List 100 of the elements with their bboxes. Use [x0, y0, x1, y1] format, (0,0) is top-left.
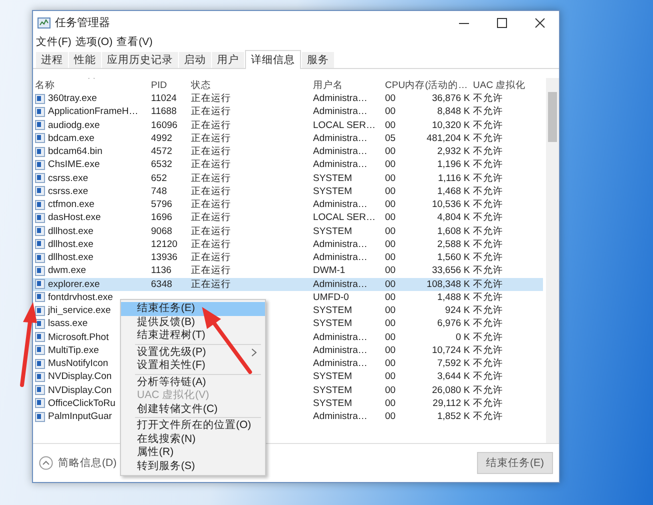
table-cell-text: 00 [385, 184, 397, 198]
table-cell-text: 不允许 [473, 410, 504, 424]
table-cell[interactable]: NVDisplay.Con [48, 384, 112, 397]
table-cell-text: 不允许 [473, 118, 504, 132]
column-header[interactable]: 状态 [191, 78, 313, 92]
table-cell-text: 6532 [151, 158, 174, 172]
table-cell-text: 不允许 [473, 172, 504, 185]
table-cell-text: 481,204 K [426, 132, 471, 145]
menu-item[interactable]: 转到服务(S) [121, 460, 265, 473]
table-cell[interactable]: dllhost.exe [48, 224, 94, 238]
table-cell[interactable]: 360tray.exe [48, 92, 97, 106]
table-cell-text: 不允许 [473, 304, 504, 318]
table-cell[interactable]: dwm.exe [48, 264, 86, 278]
table-cell-text: 33,656 K [430, 264, 471, 278]
table-cell[interactable]: lsass.exe [48, 317, 88, 330]
table-cell-text: 652 [151, 172, 168, 185]
column-header[interactable]: 用户名 [313, 78, 385, 92]
menu-bar-item[interactable]: 选项(O) [75, 35, 113, 49]
table-cell[interactable]: bdcam64.bin [48, 145, 102, 158]
column-header[interactable]: CPU [385, 80, 405, 90]
table-cell-text: 00 [385, 344, 397, 357]
table-cell-text: SYSTEM [313, 304, 354, 318]
column-header[interactable]: 名称 [35, 78, 151, 92]
table-cell[interactable]: OfficeClickToRu [48, 396, 116, 410]
table-cell[interactable]: csrss.exe [48, 172, 88, 185]
table-cell[interactable]: dasHost.exe [48, 211, 101, 224]
tab[interactable]: 进程 [36, 52, 68, 68]
table-cell-text: 不允许 [473, 132, 504, 145]
menu-item[interactable]: 设置优先级(P) [121, 346, 265, 359]
table-cell-text: LOCAL SER… [313, 118, 376, 132]
table-cell-text: 4,804 K [436, 211, 471, 224]
table-cell-text: 00 [385, 264, 397, 278]
table-cell-text: 1696 [151, 211, 174, 224]
menu-item[interactable]: 在线搜索(N) [121, 432, 265, 446]
table-cell-text: SYSTEM [313, 396, 354, 410]
table-cell[interactable]: NVDisplay.Con [48, 370, 112, 384]
menu-item[interactable]: 打开文件所在的位置(O) [121, 419, 265, 432]
table-cell-text: 正在运行 [191, 224, 232, 238]
table-cell-text: 1,852 K [436, 410, 471, 424]
table-cell[interactable]: fontdrvhost.exe [48, 290, 113, 304]
table-cell-text: 正在运行 [191, 105, 232, 118]
table-cell[interactable]: MultiTip.exe [48, 344, 99, 357]
table-cell: 6348 [151, 278, 191, 291]
table-cell-text: 正在运行 [191, 92, 232, 106]
table-cell-text: 00 [385, 304, 397, 318]
menu-item[interactable]: 设置相关性(F) [121, 359, 265, 372]
table-cell-text: 不允许 [473, 211, 504, 224]
table-cell[interactable]: csrss.exe [48, 184, 88, 198]
table-cell-text: 不允许 [473, 344, 504, 357]
table-cell[interactable]: ApplicationFrameH… [48, 105, 138, 118]
details-toggle[interactable]: 简略信息(D) [39, 456, 117, 470]
table-cell-text: 4992 [151, 132, 174, 145]
table-cell[interactable]: jhi_service.exe [48, 304, 111, 318]
tab[interactable]: 服务 [302, 52, 334, 68]
table-cell-text: 不允许 [473, 251, 504, 264]
table-cell[interactable]: Microsoft.Phot [48, 330, 109, 344]
table-cell: 108,348 K [405, 278, 473, 291]
end-task-button[interactable]: 结束任务(E) [477, 452, 553, 474]
table-cell-text: 13936 [151, 251, 178, 264]
table-cell[interactable]: bdcam.exe [48, 132, 94, 145]
menu-item[interactable]: 提供反馈(B) [121, 316, 265, 329]
table-cell-text: SYSTEM [313, 370, 354, 384]
table-cell-text: Administra… [313, 357, 368, 370]
table-cell-text: 00 [385, 145, 397, 158]
table-cell-text: 00 [385, 238, 397, 251]
table-cell-text: 正在运行 [191, 184, 232, 198]
tab[interactable]: 详细信息 [245, 50, 301, 69]
tab[interactable]: 用户 [212, 52, 244, 68]
table-cell-text: Administra… [313, 105, 368, 118]
table-cell[interactable]: MusNotifyIcon [48, 357, 108, 370]
table-cell-text: 不允许 [473, 290, 504, 304]
column-header[interactable]: PID [151, 80, 191, 90]
table-cell-text: 不允许 [473, 105, 504, 118]
menu-item[interactable]: 分析等待链(A) [121, 376, 265, 389]
column-header[interactable]: UAC 虚拟化 [473, 78, 543, 92]
table-cell-text: 00 [385, 251, 397, 264]
tab[interactable]: 应用历史记录 [102, 52, 178, 68]
menu-item[interactable]: 创建转储文件(C) [121, 402, 265, 416]
menu-item[interactable]: 属性(R) [121, 446, 265, 460]
table-cell-text: 正在运行 [191, 158, 232, 172]
table-cell-text: 不允许 [473, 184, 504, 198]
menu-item[interactable]: 结束任务(E) [121, 302, 265, 316]
table-cell-text: 1,560 K [436, 251, 471, 264]
table-cell[interactable]: dllhost.exe [48, 238, 94, 251]
tab[interactable]: 性能 [69, 52, 101, 68]
tab[interactable]: 启动 [179, 52, 211, 68]
table-cell[interactable]: ctfmon.exe [48, 198, 94, 212]
menu-item[interactable]: 结束进程树(T) [121, 329, 265, 342]
table-cell-text: 10,724 K [430, 344, 471, 357]
table-cell[interactable]: dllhost.exe [48, 251, 94, 264]
table-cell[interactable]: PalmInputGuar [48, 410, 112, 424]
table-cell-text: 8,848 K [436, 105, 471, 118]
table-cell-text: 4572 [151, 145, 174, 158]
table-cell-text: Administra… [313, 330, 368, 344]
table-cell-text: 不允许 [473, 158, 504, 172]
menu-bar-item[interactable]: 查看(V) [116, 35, 153, 49]
column-header[interactable]: 内存(活动的… [405, 78, 473, 92]
table-cell[interactable]: audiodg.exe [48, 118, 100, 132]
menu-bar-item[interactable]: 文件(F) [36, 35, 72, 49]
table-cell[interactable]: ChsIME.exe [48, 158, 100, 172]
